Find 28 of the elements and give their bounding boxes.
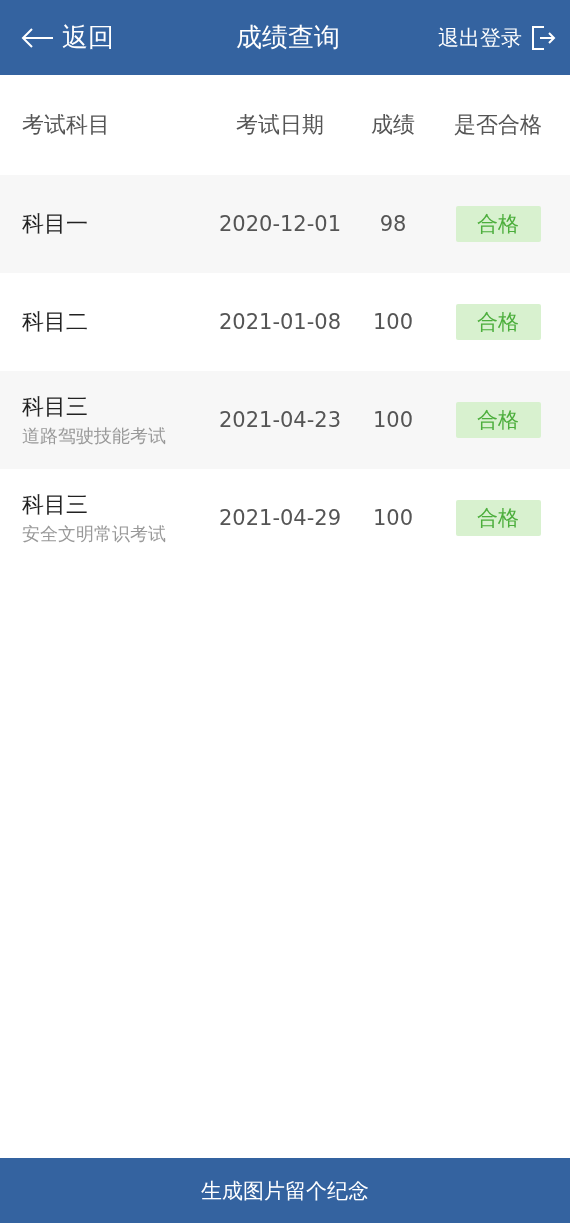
back-button[interactable]: 返回 — [20, 20, 150, 55]
page-title: 成绩查询 — [236, 21, 340, 54]
result-tag: 合格 — [455, 304, 541, 340]
subject-name: 科目三 — [22, 393, 89, 421]
back-arrow-icon — [20, 26, 54, 49]
subject-name: 科目三 — [22, 491, 89, 519]
column-header: 成绩 — [370, 111, 416, 139]
logout-button[interactable]: 退出登录 — [426, 23, 556, 52]
subject-note: 安全文明常识考试 — [22, 522, 167, 546]
exam-date: 2021-04-29 — [217, 506, 342, 530]
column-header: 考试科目 — [21, 111, 111, 139]
subject-name: 科目二 — [22, 308, 89, 336]
subject-name: 科目一 — [22, 210, 89, 238]
score: 100 — [371, 506, 415, 530]
score: 100 — [371, 310, 415, 334]
result-tag: 合格 — [455, 500, 541, 536]
result-tag: 合格 — [455, 402, 541, 438]
generate-image-button[interactable]: 生成图片留个纪念 — [0, 1158, 570, 1223]
exam-date: 2020-12-01 — [217, 212, 342, 236]
result-tag: 合格 — [455, 206, 541, 242]
exam-date: 2021-04-23 — [217, 408, 342, 432]
score: 98 — [378, 212, 408, 236]
logout-icon — [530, 24, 556, 51]
column-header: 是否合格 — [453, 111, 543, 139]
subject-note: 道路驾驶技能考试 — [22, 424, 167, 448]
exam-date: 2021-01-08 — [217, 310, 342, 334]
column-header: 考试日期 — [235, 111, 325, 139]
score: 100 — [371, 408, 415, 432]
